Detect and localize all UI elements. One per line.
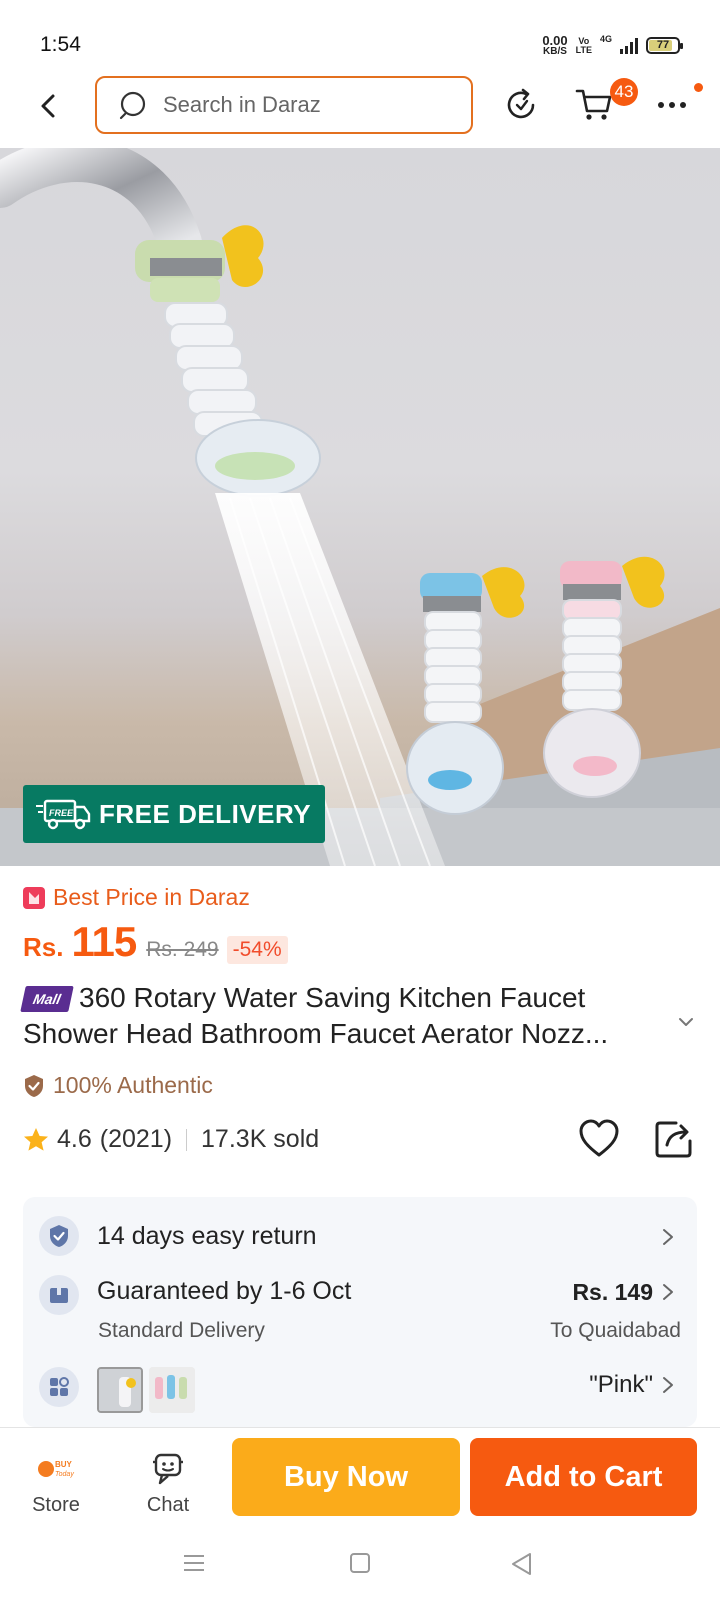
history-icon — [507, 88, 535, 119]
battery-level: 77 — [656, 39, 670, 51]
delivery-guarantee-label: Guaranteed by 1-6 Oct — [97, 1277, 352, 1305]
network-speed: 0.00 KB/S — [542, 34, 567, 57]
svg-text:BUY: BUY — [55, 1460, 73, 1469]
share-icon — [655, 1121, 692, 1158]
search-box[interactable] — [95, 76, 473, 134]
cart-badge: 43 — [610, 78, 638, 106]
store-button[interactable]: BUY Today Store — [16, 1428, 96, 1517]
notification-dot — [694, 83, 703, 92]
recent-apps-button[interactable] — [182, 1552, 206, 1579]
best-price-label: Best Price in Daraz — [53, 884, 250, 910]
delivery-box-icon — [39, 1275, 79, 1315]
truck-free-text: FREE — [49, 808, 74, 818]
store-logo-icon: BUY Today — [38, 1460, 74, 1478]
star-icon — [24, 1127, 48, 1151]
menu-lines-icon — [184, 1555, 204, 1571]
status-bar: 1:54 0.00 KB/S Vo LTE 4G 77 — [0, 0, 720, 72]
svg-text:Today: Today — [55, 1471, 74, 1478]
divider — [186, 1128, 188, 1151]
rating-value: 4.6 — [57, 1125, 92, 1153]
chevron-right-icon — [663, 1229, 673, 1245]
service-card: 14 days easy return Guaranteed by 1-6 Oc… — [23, 1197, 697, 1427]
chat-button[interactable]: Chat — [128, 1428, 208, 1517]
price-currency: Rs. — [23, 932, 64, 962]
current-price: 115 — [71, 918, 137, 965]
variant-thumbnail-1[interactable] — [97, 1367, 143, 1413]
mall-badge: Mall — [20, 986, 74, 1012]
best-price-icon — [23, 886, 45, 909]
back-triangle-icon — [512, 1553, 531, 1575]
chat-icon — [153, 1453, 183, 1485]
delivery-row[interactable]: Guaranteed by 1-6 Oct Standard Delivery … — [23, 1275, 697, 1363]
more-dot-icon — [658, 102, 664, 108]
search-input[interactable] — [163, 92, 443, 118]
delivery-location: To Quaidabad — [550, 1319, 681, 1342]
return-shield-icon — [39, 1216, 79, 1256]
home-square-icon — [350, 1553, 370, 1573]
free-delivery-badge: FREE FREE DELIVERY — [23, 785, 325, 843]
variant-row[interactable]: "Pink" — [23, 1367, 697, 1427]
system-navigation-bar — [0, 1530, 720, 1600]
buy-now-button[interactable]: Buy Now — [232, 1438, 460, 1516]
returns-row[interactable]: 14 days easy return — [23, 1197, 697, 1275]
authentic-tag[interactable]: 100% Authentic — [23, 1072, 213, 1099]
product-title-text: 360 Rotary Water Saving Kitchen Faucet S… — [23, 982, 609, 1049]
variant-selected: "Pink" — [589, 1371, 653, 1398]
chat-label: Chat — [146, 1494, 190, 1516]
history-button[interactable] — [500, 84, 542, 126]
product-title[interactable]: Mall 360 Rotary Water Saving Kitchen Fauc… — [20, 980, 673, 1052]
share-button[interactable] — [652, 1117, 696, 1161]
discount-badge: -54% — [226, 936, 288, 964]
system-back-button[interactable] — [510, 1552, 532, 1581]
returns-label: 14 days easy return — [97, 1222, 317, 1250]
wishlist-button[interactable] — [577, 1117, 621, 1161]
battery-icon: 77 — [646, 37, 683, 54]
add-to-cart-button[interactable]: Add to Cart — [470, 1438, 697, 1516]
original-price: Rs. 249 — [146, 938, 219, 961]
volte-bottom: LTE — [575, 44, 592, 55]
free-delivery-label: FREE DELIVERY — [99, 798, 312, 829]
cart-icon — [575, 89, 612, 120]
more-options-button[interactable] — [652, 90, 692, 120]
chevron-right-icon — [663, 1284, 673, 1300]
delivery-fee: Rs. 149 — [572, 1279, 653, 1305]
product-image[interactable] — [0, 148, 720, 866]
status-time: 1:54 — [40, 33, 81, 56]
network-speed-unit: KB/S — [543, 46, 567, 57]
home-button[interactable] — [349, 1552, 371, 1579]
product-page: 1:54 0.00 KB/S Vo LTE 4G 77 Search in Da… — [0, 0, 720, 1600]
store-label: Store — [32, 1494, 80, 1516]
variant-grid-icon — [39, 1367, 79, 1407]
network-type: 4G — [599, 34, 612, 44]
shield-check-icon — [25, 1074, 43, 1097]
variant-thumbnail-2[interactable] — [149, 1367, 195, 1413]
volte-indicator: Vo LTE — [575, 36, 592, 55]
best-price-tag[interactable]: Best Price in Daraz — [23, 884, 250, 911]
bottom-action-bar: BUY Today Store Chat Buy Now Add to Cart — [0, 1427, 720, 1530]
back-arrow-icon — [41, 94, 55, 118]
back-button[interactable] — [30, 88, 66, 124]
price-row: Rs. 115 Rs. 249 -54% — [23, 918, 288, 966]
sold-count: 17.3K sold — [201, 1125, 320, 1153]
review-count: (2021) — [99, 1125, 173, 1153]
chevron-right-icon — [663, 1377, 673, 1393]
status-icons: 0.00 KB/S Vo LTE 4G 77 — [542, 34, 683, 57]
product-photo — [0, 148, 720, 866]
heart-icon — [579, 1119, 619, 1157]
search-icon — [119, 91, 146, 120]
expand-title-chevron-icon[interactable] — [676, 1012, 696, 1032]
authentic-label: 100% Authentic — [53, 1072, 213, 1098]
signal-icon — [620, 37, 638, 54]
rating-row[interactable]: 4.6 (2021) 17.3K sold — [23, 1125, 319, 1154]
delivery-truck-icon: FREE — [36, 799, 91, 830]
delivery-type: Standard Delivery — [98, 1319, 265, 1342]
